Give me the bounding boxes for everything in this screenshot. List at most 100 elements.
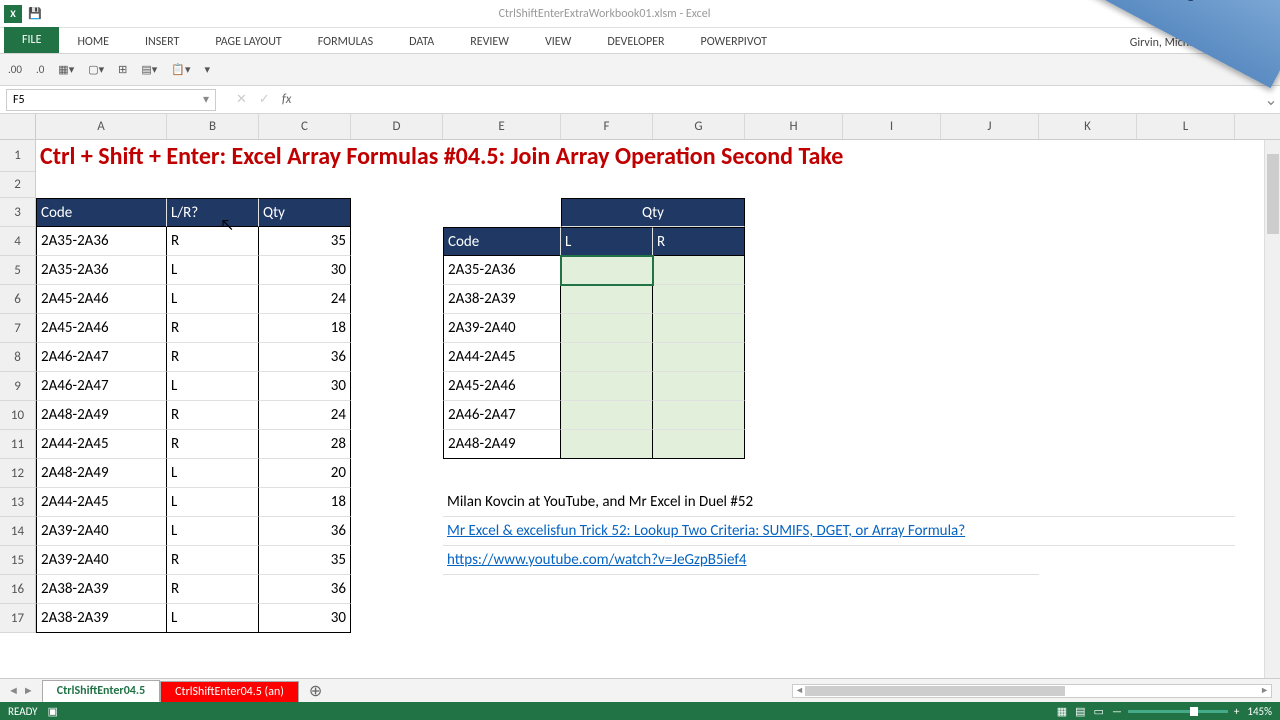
cell-E9[interactable]: 2A45-2A46	[443, 372, 561, 401]
cell-C17[interactable]: 30	[259, 604, 351, 633]
tab-data[interactable]: DATA	[391, 31, 452, 53]
row-header-16[interactable]: 16	[0, 575, 35, 604]
cell-G6[interactable]	[653, 285, 745, 314]
cell-A4[interactable]: 2A35-2A36	[36, 227, 167, 256]
vertical-scrollbar[interactable]	[1264, 140, 1280, 684]
horizontal-scrollbar[interactable]: ◄►	[332, 684, 1280, 698]
cell-F9[interactable]	[561, 372, 653, 401]
cell-F3[interactable]: Qty	[561, 198, 745, 227]
cell-B16[interactable]: R	[167, 575, 259, 604]
sheet-tab-active[interactable]: CtrlShiftEnter04.5	[42, 680, 160, 703]
row-header-14[interactable]: 14	[0, 517, 35, 546]
fx-icon[interactable]: fx	[282, 92, 292, 107]
cell-C16[interactable]: 36	[259, 575, 351, 604]
row-header-9[interactable]: 9	[0, 372, 35, 401]
sheet-next-icon[interactable]: ►	[23, 684, 34, 697]
cell-E10[interactable]: 2A46-2A47	[443, 401, 561, 430]
cell-C4[interactable]: 35	[259, 227, 351, 256]
zoom-level[interactable]: 145%	[1247, 705, 1272, 718]
cell-B7[interactable]: R	[167, 314, 259, 343]
tab-review[interactable]: REVIEW	[452, 31, 527, 53]
sheet-prev-icon[interactable]: ◄	[8, 684, 19, 697]
paste-icon[interactable]: 📋▾	[171, 63, 190, 76]
cell-E15[interactable]: https://www.youtube.com/watch?v=JeGzpB5i…	[443, 546, 1039, 575]
row-header-7[interactable]: 7	[0, 314, 35, 343]
row-header-13[interactable]: 13	[0, 488, 35, 517]
cell-A12[interactable]: 2A48-2A49	[36, 459, 167, 488]
name-box[interactable]: F5 ▾	[6, 89, 216, 111]
col-header-B[interactable]: B	[167, 114, 259, 139]
cell-C5[interactable]: 30	[259, 256, 351, 285]
col-header-C[interactable]: C	[259, 114, 351, 139]
cell-A13[interactable]: 2A44-2A45	[36, 488, 167, 517]
cell-G10[interactable]	[653, 401, 745, 430]
fill-color-icon[interactable]: ▦▾	[58, 63, 74, 76]
save-icon[interactable]: 💾	[28, 7, 42, 20]
cell-B6[interactable]: L	[167, 285, 259, 314]
cell-F6[interactable]	[561, 285, 653, 314]
formula-expand-icon[interactable]: ⌄	[1262, 90, 1280, 110]
cell-A3[interactable]: Code	[36, 198, 167, 227]
row-header-12[interactable]: 12	[0, 459, 35, 488]
cell-G7[interactable]	[653, 314, 745, 343]
more-icon[interactable]: ▾	[205, 63, 211, 76]
cell-A10[interactable]: 2A48-2A49	[36, 401, 167, 430]
scroll-thumb[interactable]	[1267, 154, 1279, 234]
cell-B3[interactable]: L/R?	[167, 198, 259, 227]
name-box-dropdown-icon[interactable]: ▾	[203, 92, 209, 107]
cell-C8[interactable]: 36	[259, 343, 351, 372]
tab-home[interactable]: HOME	[59, 31, 127, 53]
row-header-8[interactable]: 8	[0, 343, 35, 372]
cell-C9[interactable]: 30	[259, 372, 351, 401]
cell-B15[interactable]: R	[167, 546, 259, 575]
cell-C7[interactable]: 18	[259, 314, 351, 343]
cell-E4[interactable]: Code	[443, 227, 561, 256]
col-header-G[interactable]: G	[653, 114, 745, 139]
cell-B13[interactable]: L	[167, 488, 259, 517]
cell-A14[interactable]: 2A39-2A40	[36, 517, 167, 546]
cell-F8[interactable]	[561, 343, 653, 372]
col-header-F[interactable]: F	[561, 114, 653, 139]
cell-C11[interactable]: 28	[259, 430, 351, 459]
formula-cancel-icon[interactable]: ✕	[236, 92, 247, 107]
sheet-nav[interactable]: ◄ ►	[0, 684, 42, 697]
increase-decimal-icon[interactable]: .00	[8, 63, 22, 76]
cell-E14[interactable]: Mr Excel & excelisfun Trick 52: Lookup T…	[443, 517, 1235, 546]
tab-formulas[interactable]: FORMULAS	[300, 31, 391, 53]
cell-G5[interactable]	[653, 256, 745, 285]
cell-A6[interactable]: 2A45-2A46	[36, 285, 167, 314]
row-header-3[interactable]: 3	[0, 198, 35, 227]
cell-F11[interactable]	[561, 430, 653, 459]
tab-file[interactable]: FILE	[4, 27, 59, 53]
cell-G9[interactable]	[653, 372, 745, 401]
formula-enter-icon[interactable]: ✓	[259, 92, 270, 107]
user-account[interactable]: Girvin, Michael ▾	[1130, 33, 1276, 53]
cell-C3[interactable]: Qty	[259, 198, 351, 227]
col-header-E[interactable]: E	[443, 114, 561, 139]
cell-F4[interactable]: L	[561, 227, 653, 256]
cell-A16[interactable]: 2A38-2A39	[36, 575, 167, 604]
cell-E7[interactable]: 2A39-2A40	[443, 314, 561, 343]
row-header-11[interactable]: 11	[0, 430, 35, 459]
minimize-icon[interactable]: —	[1214, 6, 1226, 21]
cell-B11[interactable]: R	[167, 430, 259, 459]
tab-developer[interactable]: DEVELOPER	[589, 31, 682, 53]
help-icon[interactable]: ?	[1167, 6, 1173, 21]
row-header-4[interactable]: 4	[0, 227, 35, 256]
row-header-2[interactable]: 2	[0, 172, 35, 198]
col-header-K[interactable]: K	[1039, 114, 1137, 139]
row-header-17[interactable]: 17	[0, 604, 35, 633]
page-break-icon[interactable]: ▭	[1094, 705, 1104, 718]
col-header-A[interactable]: A	[36, 114, 167, 139]
tab-insert[interactable]: INSERT	[127, 31, 197, 53]
ribbon-options-icon[interactable]: ▭	[1187, 6, 1199, 21]
cell-A11[interactable]: 2A44-2A45	[36, 430, 167, 459]
spreadsheet-grid[interactable]: 1234567891011121314151617 ABCDEFGHIJKL C…	[0, 114, 1280, 684]
tab-page-layout[interactable]: PAGE LAYOUT	[197, 31, 299, 53]
cell-A15[interactable]: 2A39-2A40	[36, 546, 167, 575]
cell-G8[interactable]	[653, 343, 745, 372]
cell-C10[interactable]: 24	[259, 401, 351, 430]
cell-A9[interactable]: 2A46-2A47	[36, 372, 167, 401]
cell-B14[interactable]: L	[167, 517, 259, 546]
cell-E5[interactable]: 2A35-2A36	[443, 256, 561, 285]
